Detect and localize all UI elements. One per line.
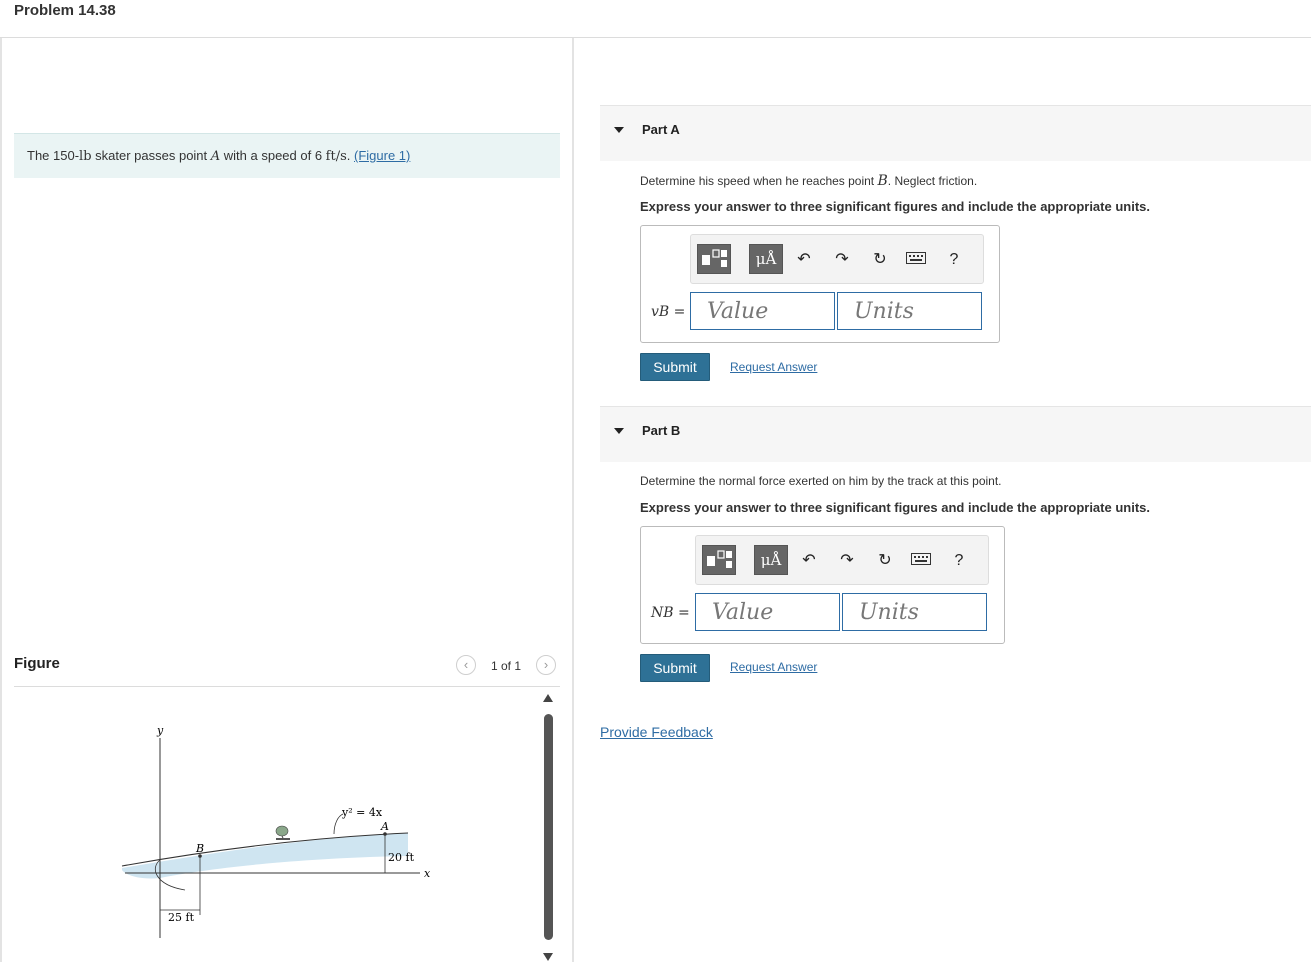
redo-icon: ↷: [835, 251, 849, 268]
part-b-units-input[interactable]: Units: [842, 593, 987, 631]
part-a-question-post: . Neglect friction.: [887, 174, 978, 188]
redo-button[interactable]: ↷: [836, 550, 858, 572]
part-b-value-input[interactable]: Value: [695, 593, 840, 631]
units-icon: μÅ: [760, 551, 782, 569]
keyboard-button[interactable]: [905, 249, 927, 271]
part-a-answer-box: μÅ ↶ ↷ ↻ ? vB = Value Units: [640, 225, 1000, 343]
problem-text-speed: with a speed of 6: [220, 148, 326, 163]
figure-header: Figure ‹ 1 of 1 ›: [14, 652, 560, 687]
undo-icon: ↶: [797, 251, 811, 268]
header: Problem 14.38: [0, 0, 1311, 38]
part-b-var-label: NB =: [651, 605, 690, 621]
track-fill: [122, 833, 408, 879]
reset-button[interactable]: ↻: [874, 550, 896, 572]
redo-icon: ↷: [840, 552, 854, 569]
part-b-title: Part B: [642, 423, 681, 438]
help-icon: ?: [949, 251, 959, 268]
skater-icon: [275, 825, 290, 840]
problem-text-pre: The: [27, 148, 54, 163]
part-b-submit-button[interactable]: Submit: [640, 654, 710, 682]
height-dim-label: 20 ft: [388, 851, 415, 864]
problem-weight-unit: lb: [79, 149, 92, 164]
problem-point: A: [210, 149, 221, 164]
undo-button[interactable]: ↶: [793, 249, 815, 271]
units-button[interactable]: μÅ: [749, 244, 783, 274]
chevron-right-icon: ›: [543, 657, 549, 672]
part-b-header[interactable]: Part B: [600, 406, 1311, 462]
figure-label: Figure: [14, 655, 60, 672]
templates-icon: [707, 550, 732, 568]
reset-icon: ↻: [878, 552, 892, 569]
part-a-header[interactable]: Part A: [600, 105, 1311, 161]
keyboard-button[interactable]: [910, 550, 932, 572]
figure-prev-button[interactable]: ‹: [456, 655, 476, 675]
figure-scrollbar[interactable]: [543, 694, 555, 962]
keyboard-icon: [906, 252, 926, 264]
templates-button[interactable]: [697, 244, 731, 274]
part-a-units-input[interactable]: Units: [837, 292, 982, 330]
redo-button[interactable]: ↷: [831, 249, 853, 271]
undo-button[interactable]: ↶: [798, 550, 820, 572]
help-button[interactable]: ?: [943, 249, 965, 271]
problem-text-end: .: [346, 148, 354, 163]
part-a-instruction: Express your answer to three significant…: [640, 199, 1150, 214]
scroll-thumb[interactable]: [544, 714, 553, 940]
help-icon: ?: [954, 552, 964, 569]
part-a-value-input[interactable]: Value: [690, 292, 835, 330]
problem-statement: The 150-lb skater passes point A with a …: [14, 133, 560, 178]
templates-icon: [702, 249, 727, 267]
figure-pager: 1 of 1: [491, 659, 522, 673]
problem-text-mid: skater passes point: [91, 148, 211, 163]
part-b-answer-box: μÅ ↶ ↷ ↻ ? NB = Value Units: [640, 526, 1005, 644]
x-axis-label: x: [424, 867, 431, 880]
part-a-question-pre: Determine his speed when he reaches poin…: [640, 174, 878, 188]
width-dim-label: 25 ft: [168, 911, 195, 924]
undo-icon: ↶: [802, 552, 816, 569]
y-axis-label: y: [156, 724, 164, 737]
provide-feedback-link[interactable]: Provide Feedback: [600, 724, 713, 740]
scroll-down-icon[interactable]: [543, 953, 553, 961]
point-a-label: A: [380, 820, 389, 833]
part-b-request-answer-link[interactable]: Request Answer: [730, 660, 817, 674]
reset-button[interactable]: ↻: [869, 249, 891, 271]
templates-button[interactable]: [702, 545, 736, 575]
point-b-label: B: [195, 842, 204, 855]
part-a-question: Determine his speed when he reaches poin…: [640, 173, 977, 189]
scroll-up-icon[interactable]: [543, 694, 553, 702]
help-button[interactable]: ?: [948, 550, 970, 572]
caret-down-icon: [614, 127, 624, 133]
part-a-toolbar: μÅ ↶ ↷ ↻ ?: [690, 234, 984, 284]
part-b-toolbar: μÅ ↶ ↷ ↻ ?: [695, 535, 989, 585]
part-a-title: Part A: [642, 122, 680, 137]
part-a-question-var: B: [877, 173, 888, 189]
equation-label: y² = 4x: [341, 806, 383, 819]
part-a-request-answer-link[interactable]: Request Answer: [730, 360, 817, 374]
part-b-instruction: Express your answer to three significant…: [640, 500, 1150, 515]
chevron-left-icon: ‹: [463, 657, 469, 672]
part-b-question: Determine the normal force exerted on hi…: [640, 474, 1002, 488]
figure-next-button[interactable]: ›: [536, 655, 556, 675]
caret-down-icon: [614, 428, 624, 434]
part-a-submit-button[interactable]: Submit: [640, 353, 710, 381]
part-a-var-label: vB =: [651, 304, 686, 320]
units-button[interactable]: μÅ: [754, 545, 788, 575]
reset-icon: ↻: [873, 251, 887, 268]
problem-speed-unit: ft/s: [325, 149, 347, 164]
keyboard-icon: [911, 553, 931, 565]
figure-diagram: y x y² = 4x A B 20 ft 25 ft: [121, 724, 431, 938]
problem-weight: 150-: [53, 148, 80, 163]
page-title: Problem 14.38: [14, 2, 116, 19]
figure-link[interactable]: (Figure 1): [354, 148, 410, 163]
units-icon: μÅ: [755, 250, 777, 268]
